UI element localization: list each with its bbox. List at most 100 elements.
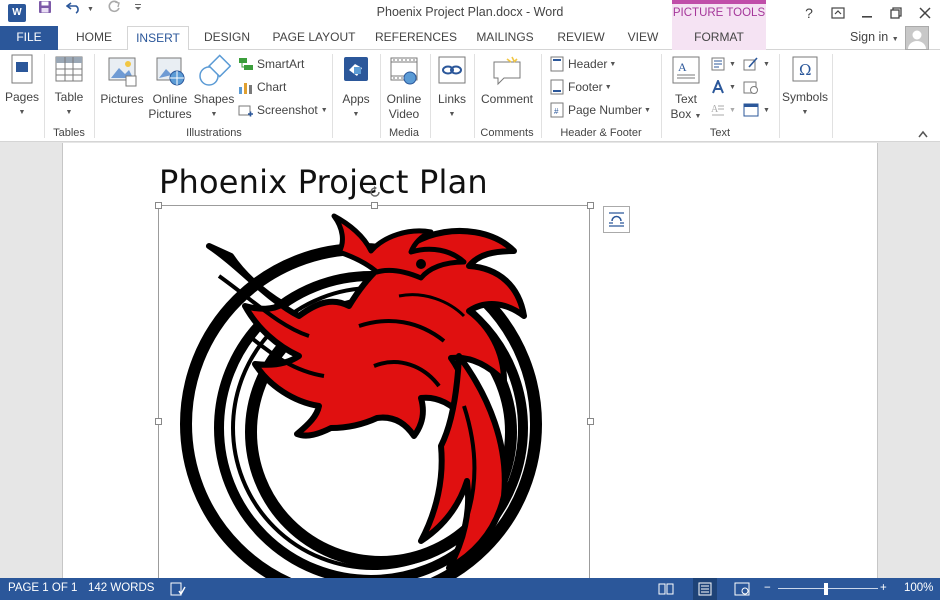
pages-label: Pages [4,90,40,104]
restore-icon[interactable] [881,0,911,26]
phoenix-logo-image[interactable] [155,186,594,578]
sign-in-label: Sign in [850,30,889,44]
text-box-icon: A [672,56,700,84]
group-separator [332,54,333,138]
document-page[interactable]: Phoenix Project Plan [62,143,878,578]
resize-handle-nw[interactable] [155,202,162,209]
ribbon-display-options-icon[interactable] [823,0,853,26]
apps-icon [344,57,368,81]
pages-dropdown-icon: ▼ [18,109,26,116]
resize-handle-w[interactable] [155,418,162,425]
shapes-button[interactable]: Shapes ▼ [192,54,236,122]
close-icon[interactable] [910,0,940,26]
links-button[interactable]: Links ▼ [432,54,472,122]
tab-home[interactable]: HOME [66,26,122,50]
tab-format[interactable]: FORMAT [672,26,766,50]
links-dropdown-icon: ▼ [448,111,456,118]
pictures-icon [108,57,137,87]
page-number-label: Page Number [568,103,643,117]
tab-insert[interactable]: INSERT [127,26,189,51]
group-label-illustrations: Illustrations [186,127,242,139]
quick-parts-icon [711,57,725,71]
group-separator [541,54,542,138]
table-icon [55,56,83,82]
print-layout-icon[interactable] [693,578,717,600]
symbols-button[interactable]: Ω Symbols ▼ [781,54,829,120]
zoom-in-button[interactable]: + [880,578,887,600]
proofing-icon[interactable] [170,582,186,596]
smartart-icon [239,58,253,70]
header-button[interactable]: Header ▼ [550,56,616,72]
date-time-button[interactable] [743,79,759,95]
status-bar: PAGE 1 OF 1 142 WORDS − + 100% [0,578,940,600]
omega-icon: Ω [792,56,818,82]
group-label-header-footer: Header & Footer [560,127,642,139]
avatar[interactable] [905,26,929,50]
online-pictures-button[interactable]: Online Pictures [146,54,194,122]
links-icon [438,56,466,84]
tab-mailings[interactable]: MAILINGS [469,26,541,50]
online-pictures-label-1: Online [152,92,188,106]
word-count[interactable]: 142 WORDS [88,578,154,600]
page-number-dropdown-icon: ▼ [644,106,651,114]
apps-button[interactable]: Apps ▼ [336,54,376,122]
page-number-button[interactable]: # Page Number ▼ [550,102,651,118]
online-video-button[interactable]: Online Video [382,54,426,122]
tab-references[interactable]: REFERENCES [372,26,460,50]
wordart-dropdown-icon: ▼ [729,83,736,91]
minimize-icon[interactable] [852,0,882,26]
quick-parts-dropdown-icon: ▼ [729,60,736,68]
comment-button[interactable]: Comment [476,54,538,107]
links-label: Links [437,92,466,106]
chart-button[interactable]: Chart [238,79,286,95]
comment-label: Comment [480,92,533,106]
page-count[interactable]: PAGE 1 OF 1 [8,578,77,600]
signature-line-button[interactable]: ▼ [743,56,770,72]
smartart-label: SmartArt [257,57,305,71]
table-button[interactable]: Table ▼ [50,54,88,120]
object-dropdown-icon: ▼ [763,106,770,114]
tab-view[interactable]: VIEW [618,26,668,50]
wordart-button[interactable]: ▼ [711,79,736,95]
online-video-label-1: Online [386,92,422,106]
smartart-button[interactable]: SmartArt [238,56,304,72]
tab-review[interactable]: REVIEW [551,26,611,50]
wordart-icon [712,80,724,94]
screenshot-button[interactable]: Screenshot ▼ [238,102,328,118]
object-button[interactable]: ▼ [743,102,770,118]
zoom-slider[interactable] [778,588,878,589]
rotate-handle-icon[interactable] [369,186,381,198]
help-icon[interactable]: ? [794,0,824,26]
resize-handle-n[interactable] [371,202,378,209]
web-layout-icon[interactable] [734,582,750,596]
quick-parts-button[interactable]: ▼ [711,56,736,72]
zoom-slider-thumb[interactable] [824,583,828,595]
resize-handle-ne[interactable] [587,202,594,209]
pages-button[interactable]: Pages ▼ [4,54,40,120]
online-pictures-icon [156,57,185,86]
text-box-button[interactable]: A Text Box ▼ [665,54,707,124]
svg-text:A: A [711,104,719,115]
zoom-out-button[interactable]: − [764,578,771,600]
collapse-ribbon-button[interactable] [918,128,928,140]
table-dropdown-icon: ▼ [65,109,73,116]
symbols-label: Symbols [781,90,828,104]
tab-file[interactable]: FILE [0,26,58,50]
footer-button[interactable]: Footer ▼ [550,79,612,95]
footer-dropdown-icon: ▼ [604,83,612,91]
layout-options-button[interactable] [603,206,630,233]
tab-design[interactable]: DESIGN [196,26,258,50]
page-number-icon: # [550,102,564,118]
drop-cap-button[interactable]: A ▼ [711,102,736,118]
tab-page-layout[interactable]: PAGE LAYOUT [266,26,362,50]
zoom-level[interactable]: 100% [904,578,933,600]
document-title[interactable]: Phoenix Project Plan [159,163,488,201]
signature-line-icon [743,57,758,71]
pictures-button[interactable]: Pictures [98,54,146,107]
sign-in-link[interactable]: Sign in ▼ [850,26,899,50]
resize-handle-e[interactable] [587,418,594,425]
header-label: Header [568,57,608,71]
read-mode-icon[interactable] [658,582,674,596]
group-label-comments: Comments [480,127,534,139]
apps-label: Apps [342,92,370,106]
